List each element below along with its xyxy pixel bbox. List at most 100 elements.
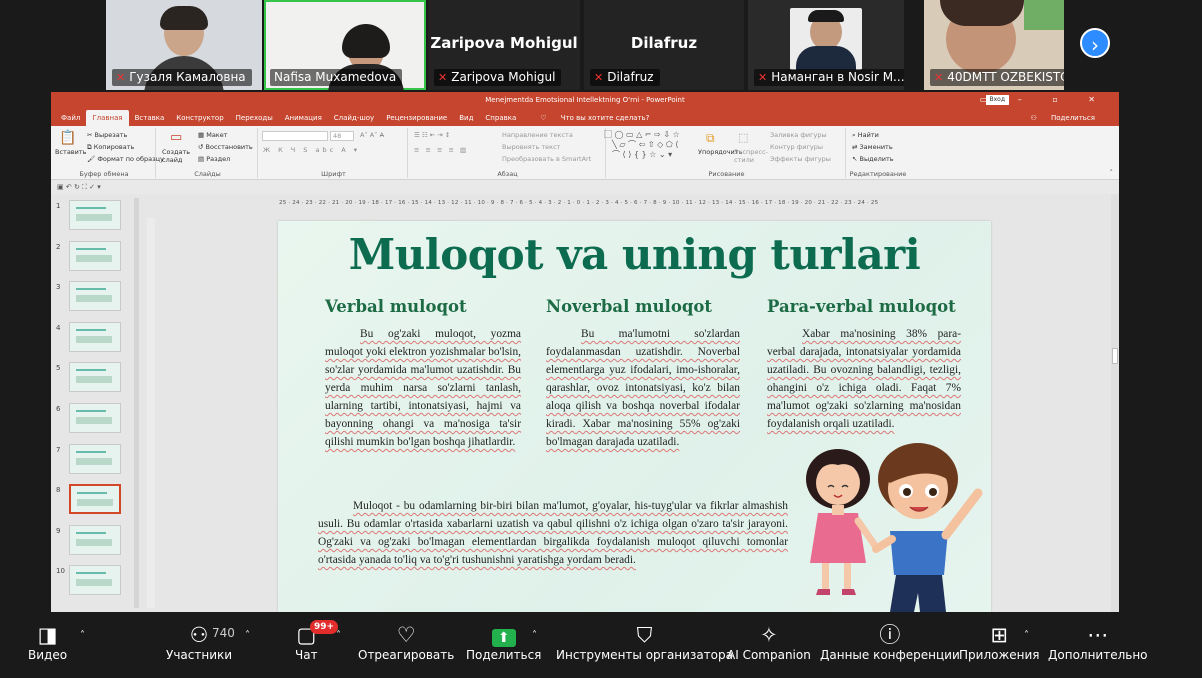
- participant-tile[interactable]: Dilafruz ✕ Dilafruz: [584, 0, 744, 90]
- smartart-button[interactable]: Преобразовать в SmartArt: [502, 155, 591, 163]
- column-noverbal: Noverbal muloqot Bu ma'lumotni so'zlarda…: [546, 297, 740, 451]
- shape-fill-button[interactable]: Заливка фигуры: [770, 131, 827, 139]
- chat-options-chevron-icon[interactable]: ˄: [336, 630, 341, 641]
- column-text[interactable]: Bu ma'lumotni so'zlardan foydalanmasdan …: [546, 325, 740, 451]
- tab-help[interactable]: Справка: [479, 110, 522, 126]
- ai-companion-button[interactable]: ✧ AI Companion: [727, 622, 811, 662]
- slide-thumbnail-number: 8: [56, 486, 61, 495]
- slide-thumbnail[interactable]: [69, 524, 121, 555]
- align-text-button[interactable]: Выровнять текст: [502, 143, 560, 151]
- slide-title[interactable]: Muloqot va uning turlari: [278, 230, 991, 279]
- info-icon: ⓘ: [879, 623, 901, 647]
- tab-view[interactable]: Вид: [453, 110, 479, 126]
- column-heading[interactable]: Verbal muloqot: [325, 297, 521, 316]
- column-text[interactable]: Bu og'zaki muloqot, yozma muloqot yoki e…: [325, 325, 521, 451]
- more-button[interactable]: ⋯ Дополнительно: [1048, 622, 1148, 662]
- apps-button[interactable]: ⊞ Приложения: [959, 622, 1040, 662]
- shape-outline-button[interactable]: Контур фигуры: [770, 143, 823, 151]
- definition-paragraph[interactable]: Muloqot - bu odamlarning bir-biri bilan …: [318, 497, 788, 569]
- slide-thumbnail[interactable]: [69, 321, 121, 352]
- font-grow-shrink-icon[interactable]: A˄ A˅ A̶: [360, 131, 384, 139]
- list-buttons[interactable]: ☰ ☷ ⇤ ⇥ ↕: [414, 131, 450, 139]
- slide-thumbnail[interactable]: [69, 565, 121, 596]
- apps-options-chevron-icon[interactable]: ˄: [1024, 630, 1029, 641]
- redo-icon[interactable]: ↻: [74, 183, 82, 191]
- column-heading[interactable]: Para-verbal muloqot: [767, 297, 961, 316]
- tab-design[interactable]: Конструктор: [170, 110, 229, 126]
- next-page-arrow-icon[interactable]: ›: [1080, 28, 1110, 58]
- tab-review[interactable]: Рецензирование: [380, 110, 453, 126]
- vertical-ruler: [147, 218, 155, 608]
- participant-name-label: ✕ Dilafruz: [590, 69, 660, 86]
- shapes-gallery[interactable]: ⃞ ◯ ▭ △ ⌐ ⇨ ⇩ ☆ ╲ ▱ ⌒ ⇦ ⇧ ◇ ⬠ ⟨ ⌒ ⟨ ⟩ { …: [612, 130, 680, 160]
- share-button[interactable]: ⚇ Поделиться: [1019, 110, 1108, 126]
- font-name-dropdown[interactable]: [262, 131, 328, 141]
- children-illustration[interactable]: [778, 435, 991, 612]
- replace-button[interactable]: ⇄ Заменить: [852, 143, 893, 151]
- video-button[interactable]: ◨ Видео: [28, 622, 67, 662]
- window-controls[interactable]: ▭ – ▫ ✕: [980, 92, 1109, 108]
- slide-thumbnail[interactable]: [69, 443, 121, 474]
- section-button[interactable]: ▤ Раздел: [198, 155, 230, 163]
- ppt-window-title: Menejmentda Emotsional Intellektning O'r…: [485, 96, 685, 104]
- horizontal-ruler: 25 · 24 · 23 · 22 · 21 · 20 · 19 · 18 · …: [279, 200, 879, 206]
- column-verbal: Verbal muloqot Bu og'zaki muloqot, yozma…: [325, 297, 521, 451]
- participant-tile[interactable]: ✕ Наманган в Nosir M...: [748, 0, 904, 90]
- format-painter-button[interactable]: 🖌 Формат по образцу: [87, 155, 164, 163]
- tab-file[interactable]: Файл: [55, 110, 86, 126]
- slide-thumbnail[interactable]: [69, 240, 121, 271]
- text-direction-button[interactable]: Направление текста: [502, 131, 573, 139]
- cut-button[interactable]: ✂ Вырезать: [87, 131, 127, 139]
- font-size-dropdown[interactable]: 48: [330, 131, 354, 141]
- participant-tile[interactable]: Nafisa Muxamedova: [264, 0, 426, 90]
- shape-effects-button[interactable]: Эффекты фигуры: [770, 155, 831, 163]
- participant-avatar-name: Zaripova Mohigul: [430, 34, 578, 52]
- share-screen-button[interactable]: ⬆ Поделиться: [466, 622, 541, 662]
- participant-tile[interactable]: ✕40DMTT OZBEKISTO...: [924, 0, 1064, 90]
- thumbnails-scrollbar[interactable]: [134, 198, 139, 608]
- collapse-ribbon-icon[interactable]: ˄: [1110, 169, 1114, 177]
- tab-animations[interactable]: Анимация: [279, 110, 328, 126]
- participant-tile[interactable]: Zaripova Mohigul ✕ Zaripova Mohigul: [428, 0, 580, 90]
- font-style-buttons[interactable]: Ж К Ч S abc A ▾: [263, 146, 360, 154]
- slide-thumbnail-number: 3: [56, 283, 61, 292]
- video-options-chevron-icon[interactable]: ˄: [80, 630, 85, 641]
- tab-insert[interactable]: Вставка: [129, 110, 171, 126]
- new-slide-button[interactable]: Создать слайд: [162, 148, 194, 164]
- slide-thumbnail[interactable]: [69, 484, 121, 515]
- share-arrow-icon: ⬆: [466, 622, 541, 648]
- person-icon: ⚇: [1030, 114, 1040, 122]
- layout-button[interactable]: ▦ Макет: [198, 131, 228, 139]
- participant-tile[interactable]: ✕ Гузаля Камаловна: [106, 0, 262, 90]
- paste-icon: 📋: [59, 130, 77, 146]
- slide-canvas[interactable]: Muloqot va uning turlari Verbal muloqot …: [278, 221, 991, 612]
- tab-home[interactable]: Главная: [86, 110, 129, 126]
- group-label: Буфер обмена: [79, 170, 129, 178]
- column-text[interactable]: Xabar ma'nosining 38% para-verbal daraja…: [767, 325, 961, 433]
- copy-button[interactable]: ⧉ Копировать: [87, 143, 134, 152]
- share-options-chevron-icon[interactable]: ˄: [532, 630, 537, 641]
- undo-icon[interactable]: ↶: [66, 183, 74, 191]
- paste-button[interactable]: Вставить: [55, 148, 86, 156]
- host-tools-button[interactable]: ⛉ Инструменты организатора: [556, 622, 733, 662]
- participants-options-chevron-icon[interactable]: ˄: [245, 630, 250, 641]
- slide-thumbnail-number: 2: [56, 242, 61, 251]
- slide-thumbnail[interactable]: [69, 200, 121, 230]
- reset-button[interactable]: ↺ Восстановить: [198, 143, 253, 151]
- slide-thumbnail[interactable]: [69, 403, 121, 433]
- slide-thumbnail[interactable]: [69, 362, 121, 393]
- select-button[interactable]: ↖ Выделить: [852, 155, 894, 163]
- find-button[interactable]: ⌕ Найти: [852, 131, 879, 140]
- slide-thumbnail[interactable]: [69, 281, 121, 312]
- align-buttons[interactable]: ≡ ≡ ≡ ≡ ▥: [414, 146, 468, 154]
- slide-scrollbar[interactable]: [1111, 194, 1119, 612]
- tell-me-search[interactable]: ♡ Что вы хотите сделать?: [528, 110, 661, 126]
- customize-icon[interactable]: ▾: [97, 183, 101, 191]
- quick-styles-button[interactable]: Экспресс-стили: [734, 148, 768, 164]
- tab-slideshow[interactable]: Слайд-шоу: [328, 110, 380, 126]
- meeting-info-button[interactable]: ⓘ Данные конференции: [820, 622, 960, 662]
- column-heading[interactable]: Noverbal muloqot: [546, 297, 740, 316]
- save-icon[interactable]: ▣: [57, 183, 66, 191]
- react-button[interactable]: ♡ Отреагировать: [358, 622, 454, 662]
- tab-transitions[interactable]: Переходы: [230, 110, 279, 126]
